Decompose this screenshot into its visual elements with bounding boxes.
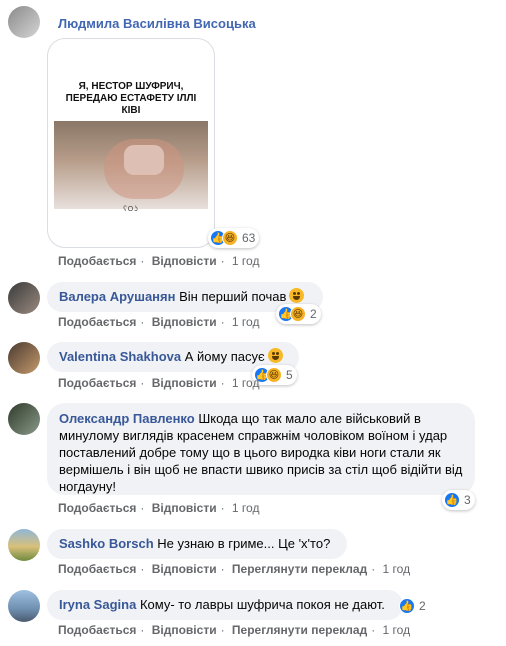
reaction-count: 2 (419, 599, 426, 613)
comment-actions: Подобається · Відповісти · 1 год (58, 376, 260, 390)
reaction-count: 63 (242, 231, 256, 245)
timestamp[interactable]: 1 год (383, 562, 411, 576)
reply-link[interactable]: Відповісти (152, 562, 217, 576)
reaction-summary[interactable]: 👍 😆 2 (276, 304, 321, 324)
avatar[interactable] (8, 342, 40, 374)
timestamp[interactable]: 1 год (383, 623, 411, 637)
like-link[interactable]: Подобається (58, 315, 136, 329)
avatar[interactable] (8, 282, 40, 314)
avatar[interactable] (8, 6, 40, 38)
avatar[interactable] (8, 529, 40, 561)
reply-link[interactable]: Відповісти (152, 315, 217, 329)
laughing-tears-emoji-icon (267, 348, 283, 363)
like-link[interactable]: Подобається (58, 376, 136, 390)
comment-text: А йому пасує (184, 349, 265, 364)
comment-text: Кому- то лавры шуфрича покоя не дают. (139, 597, 385, 612)
reaction-summary[interactable]: 👍 😆 63 (208, 228, 260, 248)
like-icon: 👍 (444, 492, 460, 508)
comment-bubble: Iryna Sagina Кому- то лавры шуфрича поко… (47, 590, 403, 620)
comment-author[interactable]: Iryna Sagina (59, 597, 136, 612)
timestamp[interactable]: 1 год (232, 501, 260, 515)
reaction-count: 2 (310, 307, 317, 321)
haha-icon: 😆 (266, 367, 282, 383)
timestamp[interactable]: 1 год (232, 376, 260, 390)
grin-emoji-icon (289, 288, 305, 303)
reaction-count: 3 (464, 493, 471, 507)
reaction-count: 5 (286, 368, 293, 382)
haha-icon: 😆 (222, 230, 238, 246)
meme-photo (54, 121, 208, 209)
comment-bubble: Sashko Borsch Не узнаю в гриме... Це 'х'… (47, 529, 347, 559)
post-author-name[interactable]: Людмила Василівна Висоцька (58, 16, 256, 31)
reply-link[interactable]: Відповісти (152, 501, 217, 515)
avatar[interactable] (8, 590, 40, 622)
avatar[interactable] (8, 403, 40, 435)
post-actions: Подобається · Відповісти · 1 год (58, 254, 260, 268)
comment-actions: Подобається · Відповісти · 1 год (58, 315, 260, 329)
comment-bubble: Олександр Павленко Шкода що так мало але… (47, 403, 475, 495)
comment-author[interactable]: Олександр Павленко (59, 411, 195, 426)
translate-link[interactable]: Переглянути переклад (232, 562, 367, 576)
translate-link[interactable]: Переглянути переклад (232, 623, 367, 637)
comment-author[interactable]: Valentina Shakhova (59, 349, 181, 364)
comment-text: Не узнаю в гриме... Це 'х'то? (157, 536, 331, 551)
comment-author[interactable]: Валера Арушанян (59, 289, 175, 304)
timestamp[interactable]: 1 год (232, 315, 260, 329)
like-link[interactable]: Подобається (58, 562, 136, 576)
haha-icon: 😆 (290, 306, 306, 322)
like-link[interactable]: Подобається (58, 254, 136, 268)
reply-link[interactable]: Відповісти (152, 623, 217, 637)
like-link[interactable]: Подобається (58, 501, 136, 515)
comment-actions: Подобається · Відповісти · Переглянути пер… (58, 562, 411, 576)
meme-logo: ʕOʖ (123, 206, 139, 213)
reaction-summary[interactable]: 👍 3 (442, 490, 475, 510)
meme-image[interactable]: Я, НЕСТОР ШУФРИЧ, ПЕРЕДАЮ ЕСТАФЕТУ ІЛЛІ … (47, 38, 215, 248)
meme-caption: Я, НЕСТОР ШУФРИЧ, ПЕРЕДАЮ ЕСТАФЕТУ ІЛЛІ … (65, 81, 197, 116)
comment-text: Він перший почав (179, 289, 287, 304)
comment-actions: Подобається · Відповісти · 1 год (58, 501, 260, 515)
like-icon: 👍 (399, 598, 415, 614)
like-link[interactable]: Подобається (58, 623, 136, 637)
comment-author[interactable]: Sashko Borsch (59, 536, 154, 551)
reaction-summary[interactable]: 👍 2 (397, 596, 430, 616)
comment-actions: Подобається · Відповісти · Переглянути пер… (58, 623, 411, 637)
timestamp[interactable]: 1 год (232, 254, 260, 268)
reply-link[interactable]: Відповісти (152, 254, 217, 268)
reply-link[interactable]: Відповісти (152, 376, 217, 390)
